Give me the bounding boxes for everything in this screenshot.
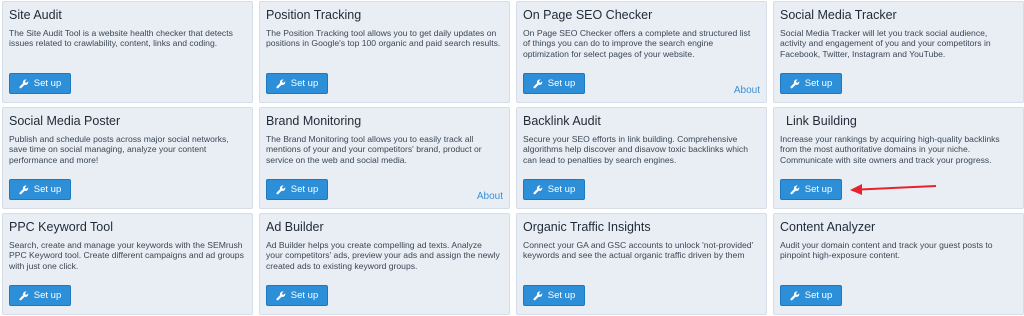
card-title: Ad Builder bbox=[266, 220, 324, 234]
setup-label: Set up bbox=[804, 290, 833, 301]
red-arrow-annotation bbox=[850, 184, 937, 195]
card-social-media-poster: Social Media Poster Publish and schedule… bbox=[2, 107, 253, 209]
setup-label: Set up bbox=[290, 78, 319, 89]
setup-label: Set up bbox=[290, 184, 319, 195]
tools-grid: Site Audit The Site Audit Tool is a webs… bbox=[0, 0, 1024, 316]
wrench-icon bbox=[19, 290, 29, 301]
setup-label: Set up bbox=[804, 184, 833, 195]
wrench-icon bbox=[276, 290, 286, 301]
setup-label: Set up bbox=[290, 290, 319, 301]
setup-label: Set up bbox=[33, 184, 62, 195]
card-title: Social Media Poster bbox=[9, 114, 121, 128]
card-title: Backlink Audit bbox=[523, 114, 601, 128]
card-title: Content Analyzer bbox=[780, 220, 876, 234]
card-on-page-seo-checker: On Page SEO Checker On Page SEO Checker … bbox=[516, 1, 767, 103]
card-brand-monitoring: Brand Monitoring The Brand Monitoring to… bbox=[259, 107, 510, 209]
card-title: On Page SEO Checker bbox=[523, 8, 653, 22]
social-media-poster-setup-button[interactable]: Set up bbox=[9, 179, 71, 200]
card-title: Social Media Tracker bbox=[780, 8, 897, 22]
wrench-icon bbox=[276, 184, 286, 195]
card-content-analyzer: Content Analyzer Audit your domain conte… bbox=[773, 213, 1024, 315]
setup-label: Set up bbox=[33, 290, 62, 301]
backlink-audit-setup-button[interactable]: Set up bbox=[523, 179, 585, 200]
card-description: Ad Builder helps you create compelling a… bbox=[266, 240, 500, 271]
wrench-icon bbox=[19, 78, 29, 89]
card-title: PPC Keyword Tool bbox=[9, 220, 113, 234]
social-media-tracker-setup-button[interactable]: Set up bbox=[780, 73, 842, 94]
card-site-audit: Site Audit The Site Audit Tool is a webs… bbox=[2, 1, 253, 103]
card-description: Social Media Tracker will let you track … bbox=[780, 28, 991, 59]
card-description: The Brand Monitoring tool allows you to … bbox=[266, 134, 482, 165]
wrench-icon bbox=[533, 184, 543, 195]
card-position-tracking: Position Tracking The Position Tracking … bbox=[259, 1, 510, 103]
card-title: Site Audit bbox=[9, 8, 62, 22]
site-audit-setup-button[interactable]: Set up bbox=[9, 73, 71, 94]
about-link[interactable]: About bbox=[477, 191, 503, 202]
card-description: Increase your rankings by acquiring high… bbox=[780, 134, 1000, 165]
card-title: Organic Traffic Insights bbox=[523, 220, 651, 234]
organic-traffic-insights-setup-button[interactable]: Set up bbox=[523, 285, 585, 306]
setup-label: Set up bbox=[804, 78, 833, 89]
wrench-icon bbox=[790, 78, 800, 89]
wrench-icon bbox=[19, 184, 29, 195]
card-description: The Position Tracking tool allows you to… bbox=[266, 28, 501, 49]
setup-label: Set up bbox=[547, 184, 576, 195]
wrench-icon bbox=[276, 78, 286, 89]
about-link[interactable]: About bbox=[734, 85, 760, 96]
card-description: Audit your domain content and track your… bbox=[780, 240, 993, 261]
on-page-seo-checker-setup-button[interactable]: Set up bbox=[523, 73, 585, 94]
card-ppc-keyword-tool: PPC Keyword Tool Search, create and mana… bbox=[2, 213, 253, 315]
setup-label: Set up bbox=[547, 290, 576, 301]
wrench-icon bbox=[533, 290, 543, 301]
ppc-keyword-tool-setup-button[interactable]: Set up bbox=[9, 285, 71, 306]
card-ad-builder: Ad Builder Ad Builder helps you create c… bbox=[259, 213, 510, 315]
card-description: Search, create and manage your keywords … bbox=[9, 240, 244, 271]
setup-label: Set up bbox=[33, 78, 62, 89]
setup-label: Set up bbox=[547, 78, 576, 89]
card-title: Link Building bbox=[786, 114, 857, 128]
card-description: Publish and schedule posts across major … bbox=[9, 134, 229, 165]
card-social-media-tracker: Social Media Tracker Social Media Tracke… bbox=[773, 1, 1024, 103]
card-description: Connect your GA and GSC accounts to unlo… bbox=[523, 240, 754, 261]
card-description: Secure your SEO efforts in link building… bbox=[523, 134, 748, 165]
position-tracking-setup-button[interactable]: Set up bbox=[266, 73, 328, 94]
wrench-icon bbox=[533, 78, 543, 89]
card-backlink-audit: Backlink Audit Secure your SEO efforts i… bbox=[516, 107, 767, 209]
card-title: Position Tracking bbox=[266, 8, 362, 22]
wrench-icon bbox=[790, 184, 800, 195]
content-analyzer-setup-button[interactable]: Set up bbox=[780, 285, 842, 306]
card-description: On Page SEO Checker offers a complete an… bbox=[523, 28, 751, 59]
card-description: The Site Audit Tool is a website health … bbox=[9, 28, 233, 49]
card-organic-traffic-insights: Organic Traffic Insights Connect your GA… bbox=[516, 213, 767, 315]
brand-monitoring-setup-button[interactable]: Set up bbox=[266, 179, 328, 200]
ad-builder-setup-button[interactable]: Set up bbox=[266, 285, 328, 306]
wrench-icon bbox=[790, 290, 800, 301]
card-title: Brand Monitoring bbox=[266, 114, 362, 128]
link-building-setup-button[interactable]: Set up bbox=[780, 179, 842, 200]
